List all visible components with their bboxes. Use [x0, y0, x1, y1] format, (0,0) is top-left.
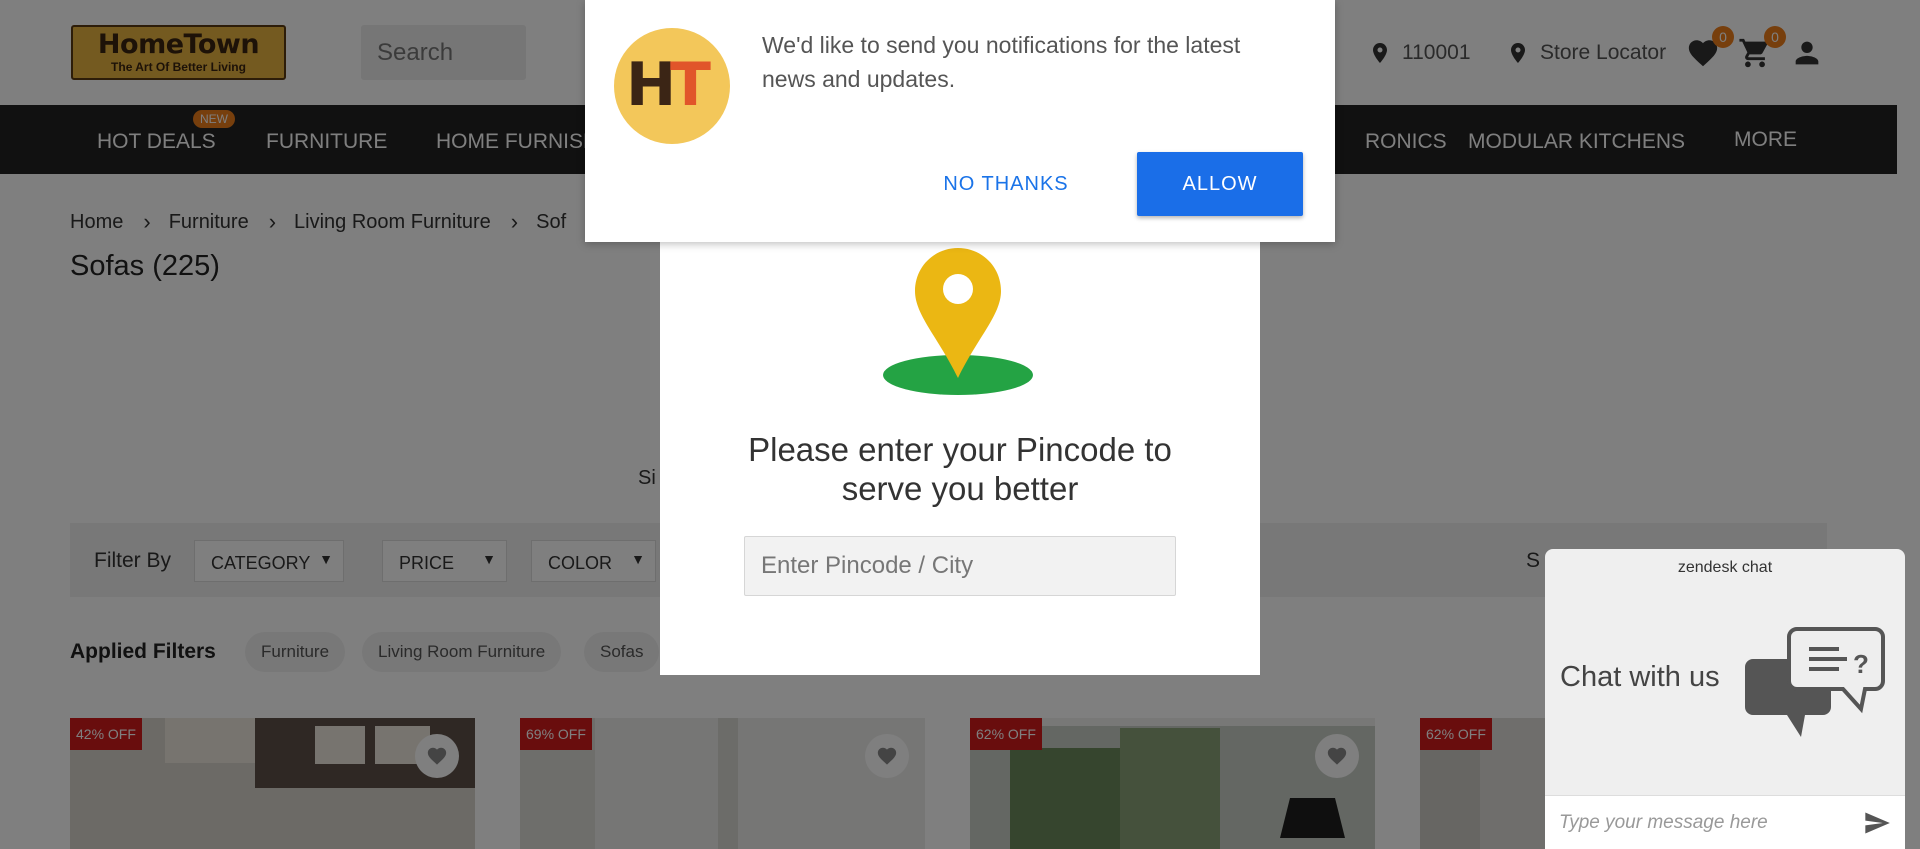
svg-text:?: ? — [1853, 649, 1869, 679]
chat-title: Chat with us — [1560, 661, 1720, 693]
pincode-heading-line2: serve you better — [841, 470, 1079, 507]
chat-message-input[interactable] — [1559, 808, 1849, 838]
zendesk-chat-widget[interactable]: zendesk chat Chat with us ? — [1545, 549, 1905, 849]
notification-permission-popup: H T We'd like to send you notifications … — [585, 0, 1335, 242]
logo-letter-t: T — [670, 50, 711, 120]
zendesk-brand-label: zendesk chat — [1677, 559, 1773, 576]
pincode-input[interactable] — [744, 536, 1176, 596]
allow-button[interactable]: ALLOW — [1137, 152, 1303, 216]
hometown-ht-logo: H T — [614, 28, 730, 144]
pincode-heading-line1: Please enter your Pincode to — [748, 431, 1172, 468]
logo-letter-h: H — [626, 50, 677, 120]
chat-bubbles-icon: ? — [1745, 627, 1885, 737]
pincode-modal: Please enter your Pincode to serve you b… — [660, 225, 1260, 675]
pincode-heading: Please enter your Pincode to serve you b… — [660, 430, 1260, 508]
no-thanks-button[interactable]: NO THANKS — [931, 152, 1081, 216]
chat-input-bar — [1545, 795, 1905, 849]
location-marker-icon — [883, 248, 1033, 395]
send-icon[interactable] — [1863, 809, 1891, 837]
notification-message: We'd like to send you notifications for … — [762, 32, 1241, 92]
